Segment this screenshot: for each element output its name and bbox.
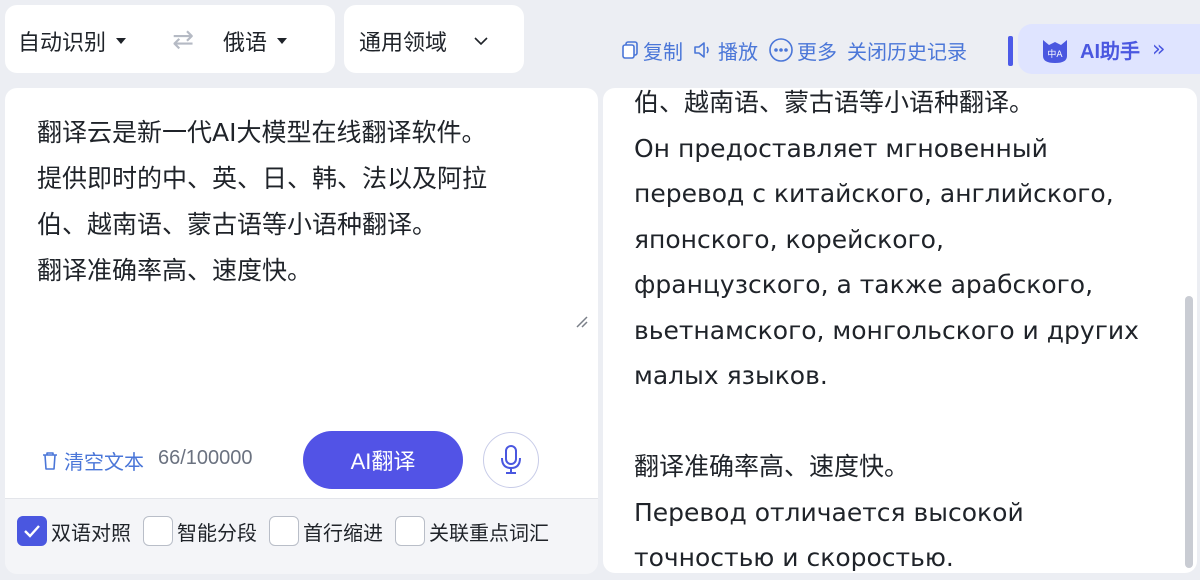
- play-button[interactable]: 播放: [693, 36, 758, 65]
- swap-languages-icon[interactable]: ⇄: [168, 25, 198, 55]
- domain-label: 通用领域: [359, 31, 448, 56]
- source-language-label: 自动识别: [18, 31, 107, 56]
- language-selector: 自动识别 ⇄ 俄语: [5, 5, 335, 73]
- translation-line: 翻译准确率高、速度快。: [634, 452, 910, 481]
- source-language-dropdown[interactable]: 自动识别: [18, 25, 127, 57]
- translation-line-clipped: 伯、越南语、蒙古语等小语种翻译。: [634, 88, 1035, 117]
- source-line: 伯、越南语、蒙古语等小语种翻译。: [37, 210, 438, 239]
- voice-input-button[interactable]: [483, 432, 539, 488]
- more-label: 更多: [797, 39, 837, 64]
- source-line: 翻译准确率高、速度快。: [37, 256, 313, 285]
- option-smart-paragraph[interactable]: 智能分段: [143, 516, 257, 546]
- translation-line: японского, корейского,: [634, 224, 944, 254]
- checkmark-icon: [24, 525, 40, 538]
- trash-icon: [43, 451, 57, 470]
- clear-text-label: 清空文本: [64, 450, 144, 474]
- microphone-icon: [501, 445, 521, 474]
- ai-assistant-avatar-icon: 中A: [1043, 40, 1067, 63]
- translation-line: вьетнамского, монгольского и других: [634, 315, 1139, 345]
- domain-dropdown[interactable]: 通用领域: [344, 5, 524, 73]
- ai-assistant-button[interactable]: 中A AI助手 »: [1018, 24, 1200, 74]
- option-first-line-indent[interactable]: 首行缩进: [269, 516, 383, 546]
- domain-select: 通用领域: [359, 25, 489, 57]
- speaker-icon: [694, 42, 709, 58]
- checkbox-unchecked[interactable]: [395, 516, 425, 546]
- output-toolbar: 复制 播放 更多 关闭历史记录: [620, 30, 977, 70]
- more-button[interactable]: 更多: [768, 36, 837, 65]
- translation-line: Он предоставляет мгновенный: [634, 133, 1048, 163]
- translation-line: Перевод отличается высокой: [634, 497, 1024, 527]
- source-line: 翻译云是新一代AI大模型在线翻译软件。: [37, 118, 487, 147]
- option-label: 首行缩进: [303, 520, 383, 545]
- translation-line: перевод с китайского, английского,: [634, 179, 1114, 208]
- caret-down-icon: [277, 38, 288, 44]
- checkbox-unchecked[interactable]: [269, 516, 299, 546]
- source-textarea[interactable]: 翻译云是新一代AI大模型在线翻译软件。 提供即时的中、英、日、韩、法以及阿拉 伯…: [37, 110, 577, 294]
- copy-button[interactable]: 复制: [620, 36, 683, 65]
- copy-label: 复制: [643, 39, 683, 64]
- options-bar: 双语对照 智能分段 首行缩进 关联重点词汇: [5, 498, 598, 574]
- translation-line: французского, а также арабского,: [634, 270, 1094, 299]
- checkbox-unchecked[interactable]: [143, 516, 173, 546]
- source-panel: 翻译云是新一代AI大模型在线翻译软件。 提供即时的中、英、日、韩、法以及阿拉 伯…: [5, 88, 598, 574]
- target-language-dropdown[interactable]: 俄语: [223, 25, 288, 57]
- ai-assistant-label: AI助手: [1080, 40, 1140, 63]
- translation-line: точностью и скоростью.: [634, 543, 954, 572]
- translation-text: 伯、越南语、蒙古语等小语种翻译。 Он предоставляет мгнове…: [634, 88, 1174, 573]
- chevron-down-icon: [474, 37, 488, 46]
- character-count: 66/100000: [158, 447, 253, 469]
- clear-text-button[interactable]: 清空文本: [40, 446, 144, 475]
- more-dots-icon: [769, 38, 793, 62]
- resize-handle-icon[interactable]: [573, 313, 589, 329]
- close-history-label: 关闭历史记录: [847, 39, 967, 64]
- copy-icon: [622, 41, 638, 59]
- double-chevron-right-icon: »: [1152, 36, 1166, 62]
- toolbar-divider: [1008, 36, 1013, 66]
- option-bilingual[interactable]: 双语对照: [17, 516, 131, 546]
- translation-output-panel: 伯、越南语、蒙古语等小语种翻译。 Он предоставляет мгнове…: [603, 88, 1197, 573]
- checkbox-checked[interactable]: [17, 516, 47, 546]
- caret-down-icon: [116, 38, 127, 44]
- play-label: 播放: [718, 39, 758, 64]
- source-line: 提供即时的中、英、日、韩、法以及阿拉: [37, 164, 488, 193]
- translation-line: малых языков.: [634, 361, 828, 390]
- option-label: 双语对照: [51, 520, 131, 545]
- option-label: 关联重点词汇: [429, 520, 549, 545]
- close-history-button[interactable]: 关闭历史记录: [847, 36, 967, 65]
- vertical-scrollbar[interactable]: [1185, 296, 1193, 568]
- ai-avatar-text: 中A: [1047, 48, 1063, 60]
- ai-translate-button[interactable]: AI翻译: [303, 431, 463, 489]
- target-language-label: 俄语: [223, 31, 268, 56]
- option-label: 智能分段: [177, 520, 257, 545]
- option-key-vocabulary[interactable]: 关联重点词汇: [395, 516, 549, 546]
